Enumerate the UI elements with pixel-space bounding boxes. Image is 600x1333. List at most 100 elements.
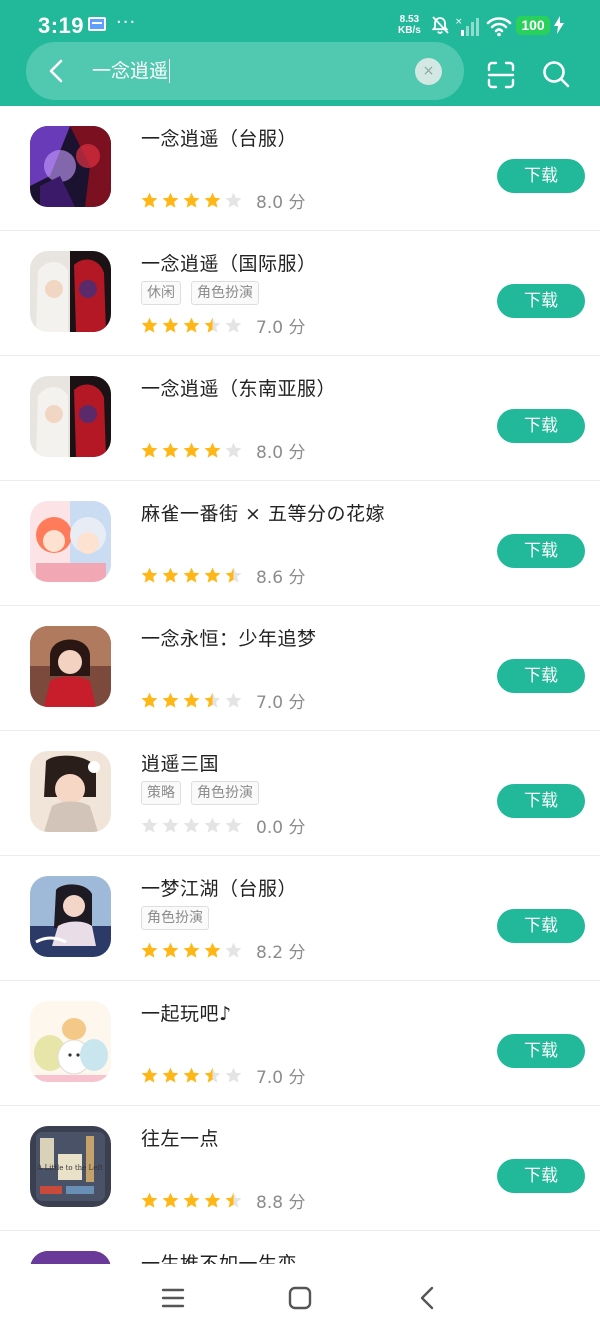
clear-search-button[interactable]: × bbox=[415, 58, 442, 85]
star-icon bbox=[141, 442, 158, 458]
a-little-left-app-icon[interactable]: A Little to the Left bbox=[30, 1126, 111, 1207]
star-rating bbox=[140, 1191, 243, 1210]
category-tag: 策略 bbox=[141, 781, 181, 805]
rating-score: 8.0 分 bbox=[256, 443, 306, 463]
rating-score: 8.0 分 bbox=[256, 193, 306, 213]
home-icon[interactable] bbox=[286, 1284, 314, 1312]
rating-score: 8.8 分 bbox=[256, 1193, 306, 1213]
download-button[interactable]: 下载 bbox=[497, 1034, 585, 1068]
anime-girls-app-icon[interactable] bbox=[30, 501, 111, 582]
menu-icon[interactable] bbox=[159, 1284, 187, 1312]
star-icon bbox=[141, 317, 158, 333]
star-icon bbox=[183, 192, 200, 208]
rating: 7.0 分 bbox=[140, 313, 305, 338]
star-icon bbox=[141, 192, 158, 208]
download-button[interactable]: 下载 bbox=[497, 284, 585, 318]
category-tag: 角色扮演 bbox=[141, 906, 209, 930]
app-title[interactable]: 一起玩吧♪ bbox=[141, 999, 232, 1026]
dark-fantasy-app-icon[interactable] bbox=[30, 126, 111, 207]
result-item[interactable]: 逍遥三国 策略 角色扮演 0.0 分 下载 bbox=[0, 731, 600, 856]
star-rating bbox=[140, 316, 243, 335]
three-kingdoms-app-icon[interactable] bbox=[30, 751, 111, 832]
star-icon bbox=[225, 942, 242, 958]
star-icon bbox=[141, 692, 158, 708]
result-item[interactable]: 一念逍遥（东南亚服） 8.0 分 下载 bbox=[0, 356, 600, 481]
search-input[interactable]: 一念逍遥 bbox=[92, 56, 392, 86]
app-title[interactable]: 一梦江湖（台服） bbox=[141, 874, 297, 901]
category-tag: 休闲 bbox=[141, 281, 181, 305]
download-button[interactable]: 下载 bbox=[497, 159, 585, 193]
star-icon bbox=[204, 1192, 221, 1208]
battery-level: 100 bbox=[516, 16, 550, 35]
result-item[interactable]: 一起玩吧♪ 7.0 分 下载 bbox=[0, 981, 600, 1106]
download-button[interactable]: 下载 bbox=[497, 534, 585, 568]
app-icon-text: A Little to the Left bbox=[36, 1164, 103, 1172]
rating: 8.0 分 bbox=[140, 438, 305, 463]
result-item[interactable]: 一梦江湖（台服） 角色扮演 8.2 分 下载 bbox=[0, 856, 600, 981]
star-icon bbox=[162, 1067, 179, 1083]
star-rating bbox=[140, 941, 243, 960]
text-caret bbox=[169, 59, 170, 83]
rating-score: 7.0 分 bbox=[256, 693, 306, 713]
download-button[interactable]: 下载 bbox=[497, 1159, 585, 1193]
result-item[interactable]: 一念逍遥（台服） 8.0 分 下载 bbox=[0, 106, 600, 231]
more-notifications-icon: ··· bbox=[116, 12, 137, 33]
category-tag: 角色扮演 bbox=[191, 281, 259, 305]
star-icon bbox=[204, 692, 221, 708]
app-title[interactable]: 往左一点 bbox=[141, 1124, 219, 1151]
close-icon: × bbox=[422, 63, 435, 79]
star-icon bbox=[204, 942, 221, 958]
rating-score: 8.2 分 bbox=[256, 943, 306, 963]
star-icon bbox=[183, 1067, 200, 1083]
star-icon bbox=[162, 317, 179, 333]
app-title[interactable]: 麻雀一番街 × 五等分の花嫁 bbox=[141, 499, 385, 526]
scan-icon[interactable] bbox=[486, 60, 516, 90]
result-item[interactable]: 一念永恒：少年追梦 7.0 分 下载 bbox=[0, 606, 600, 731]
result-item[interactable]: 麻雀一番街 × 五等分の花嫁 8.6 分 下载 bbox=[0, 481, 600, 606]
wifi-icon bbox=[486, 17, 512, 37]
rating-score: 0.0 分 bbox=[256, 818, 306, 838]
rating-score: 8.6 分 bbox=[256, 568, 306, 588]
dual-character-app-icon[interactable] bbox=[30, 376, 111, 457]
cute-animals-app-icon[interactable] bbox=[30, 1001, 111, 1082]
rating: 7.0 分 bbox=[140, 688, 305, 713]
rating: 8.0 分 bbox=[140, 188, 305, 213]
download-button[interactable]: 下载 bbox=[497, 409, 585, 443]
signal-icon: × bbox=[455, 17, 479, 36]
rating: 7.0 分 bbox=[140, 1063, 305, 1088]
search-icon[interactable] bbox=[541, 59, 571, 89]
network-speed-unit: KB/s bbox=[398, 25, 421, 36]
star-icon bbox=[183, 442, 200, 458]
star-icon bbox=[183, 317, 200, 333]
status-time: 3:19 bbox=[38, 13, 85, 38]
star-icon bbox=[162, 192, 179, 208]
star-icon bbox=[162, 1192, 179, 1208]
red-dress-app-icon[interactable] bbox=[30, 626, 111, 707]
star-icon bbox=[225, 1192, 242, 1208]
app-title[interactable]: 逍遥三国 bbox=[141, 749, 219, 776]
star-icon bbox=[183, 692, 200, 708]
nav-back-icon[interactable] bbox=[414, 1284, 442, 1312]
app-title[interactable]: 一念逍遥（国际服） bbox=[141, 249, 317, 276]
result-item[interactable]: 一念逍遥（国际服） 休闲 角色扮演 7.0 分 下载 bbox=[0, 231, 600, 356]
star-icon bbox=[162, 942, 179, 958]
star-icon bbox=[183, 1192, 200, 1208]
system-nav-bar bbox=[0, 1264, 600, 1333]
star-icon bbox=[204, 817, 221, 833]
download-button[interactable]: 下载 bbox=[497, 659, 585, 693]
jianghu-app-icon[interactable] bbox=[30, 876, 111, 957]
back-arrow-icon[interactable] bbox=[42, 56, 72, 86]
star-icon bbox=[183, 942, 200, 958]
download-button[interactable]: 下载 bbox=[497, 784, 585, 818]
download-button[interactable]: 下载 bbox=[497, 909, 585, 943]
app-title[interactable]: 一念逍遥（东南亚服） bbox=[141, 374, 336, 401]
star-icon bbox=[141, 567, 158, 583]
star-icon bbox=[141, 1067, 158, 1083]
star-icon bbox=[204, 567, 221, 583]
rating: 0.0 分 bbox=[140, 813, 305, 838]
app-title[interactable]: 一念逍遥（台服） bbox=[141, 124, 297, 151]
star-icon bbox=[183, 817, 200, 833]
result-item[interactable]: A Little to the Left 往左一点 8.8 分 下载 bbox=[0, 1106, 600, 1231]
app-title[interactable]: 一念永恒：少年追梦 bbox=[141, 624, 317, 651]
dual-character-app-icon[interactable] bbox=[30, 251, 111, 332]
